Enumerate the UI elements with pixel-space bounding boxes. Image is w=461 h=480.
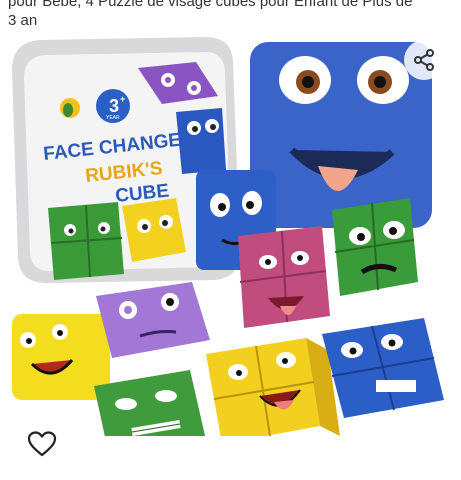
share-button[interactable] <box>404 40 444 80</box>
pink-cube <box>238 226 330 328</box>
product-title-line-1: pour Bébé, 4 Puzzle de visage cubes pour… <box>8 0 413 10</box>
product-title: pour Bébé, 4 Puzzle de visage cubes pour… <box>8 0 453 30</box>
green-cube <box>332 198 418 296</box>
heart-icon <box>27 431 57 457</box>
blue-cube <box>322 318 444 418</box>
purple-card <box>96 282 210 358</box>
product-title-line-2: 3 an <box>8 12 38 29</box>
yellow-cube <box>206 338 340 436</box>
product-image[interactable]: 3 + YEAR FACE CHANGE RUBIK'S CUBE <box>0 36 461 436</box>
favorite-button[interactable] <box>26 428 58 460</box>
age-label: YEAR <box>106 115 120 121</box>
green-card <box>94 370 206 436</box>
age-plus: + <box>120 94 125 104</box>
age-number: 3 <box>109 96 119 116</box>
share-icon <box>414 49 434 71</box>
